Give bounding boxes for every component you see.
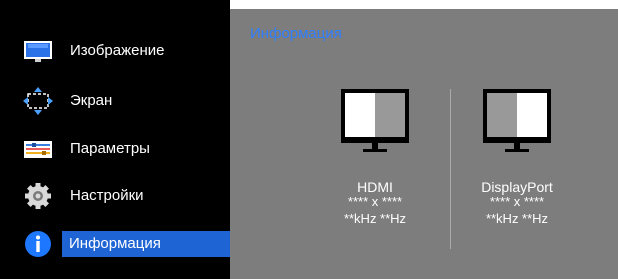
- osd-menu: Изображение Экран Параметры Настройки Ин…: [0, 0, 618, 279]
- settings-sliders-icon: [24, 141, 52, 158]
- sidebar-item-parameters[interactable]: Параметры: [0, 126, 230, 172]
- sidebar-item-label: Настройки: [70, 187, 144, 204]
- sidebar-item-information[interactable]: Информация: [0, 221, 230, 267]
- source-displayport: DisplayPort **** x **** **kHz **Hz: [452, 89, 582, 227]
- gear-icon: [25, 183, 51, 209]
- source-rates: **kHz **Hz: [485, 211, 549, 226]
- divider: [450, 89, 451, 249]
- screen-resize-icon: [23, 87, 53, 115]
- monitor-left-half-icon: [341, 89, 409, 152]
- panel-title: Информация: [250, 25, 342, 42]
- information-panel: Информация HDMI **** x **** **kHz **Hz D…: [230, 9, 618, 279]
- sidebar-item-label: Информация: [69, 235, 161, 252]
- source-resolution: **** x ****: [347, 194, 403, 209]
- monitor-right-half-icon: [483, 89, 551, 152]
- info-icon: [25, 231, 51, 257]
- source-resolution: **** x ****: [489, 194, 545, 209]
- sidebar-item-label: Экран: [70, 92, 113, 109]
- source-rates: **kHz **Hz: [343, 211, 407, 226]
- sidebar-item-picture[interactable]: Изображение: [0, 28, 230, 74]
- source-hdmi: HDMI **** x **** **kHz **Hz: [310, 89, 440, 227]
- sidebar: Изображение Экран Параметры Настройки Ин…: [0, 0, 230, 279]
- source-name: HDMI: [357, 179, 393, 195]
- sidebar-item-settings[interactable]: Настройки: [0, 173, 230, 219]
- monitor-icon: [24, 41, 52, 62]
- sidebar-item-label: Изображение: [70, 42, 165, 59]
- sidebar-item-label: Параметры: [70, 140, 150, 157]
- sidebar-item-screen[interactable]: Экран: [0, 78, 230, 124]
- source-name: DisplayPort: [481, 179, 553, 195]
